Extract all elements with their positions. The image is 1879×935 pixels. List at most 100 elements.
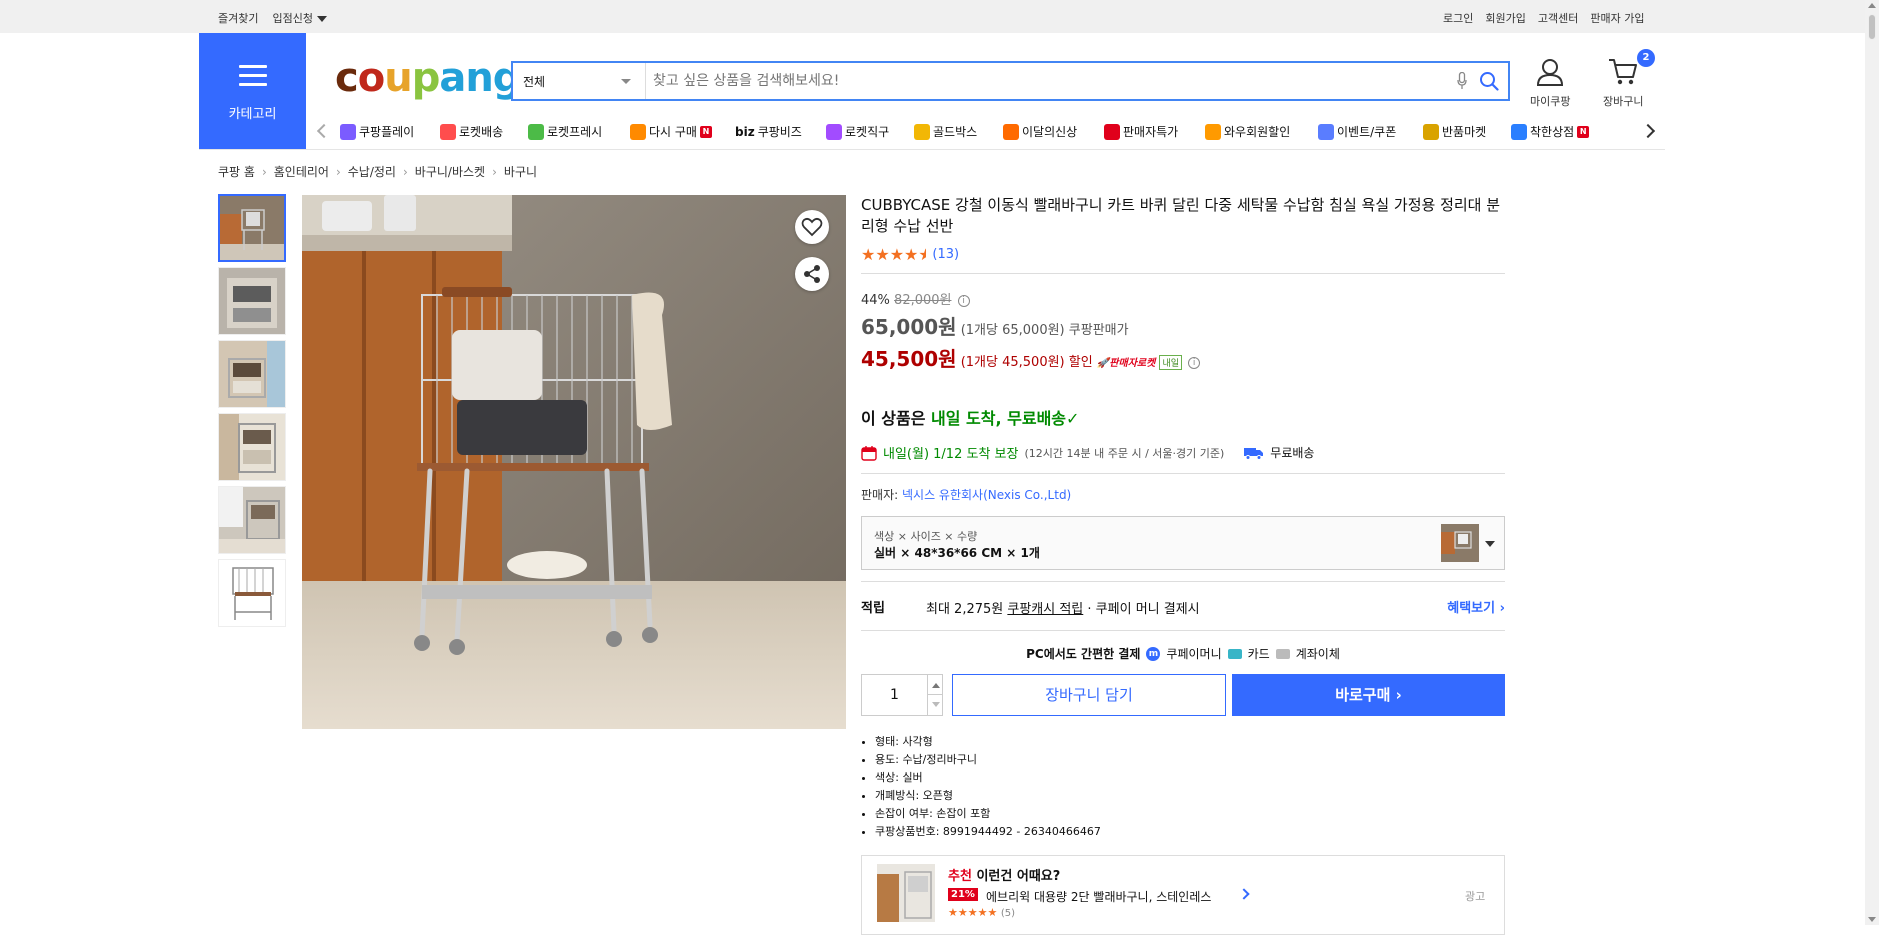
chevron-right-icon: › (261, 164, 267, 179)
coupang-cash-link[interactable]: 쿠팡캐시 적립 (1007, 602, 1083, 617)
main-product-image[interactable] (302, 195, 846, 729)
recommendation-stars: ★★★★★ (5) (948, 906, 1015, 919)
category-label: 카테고리 (228, 107, 277, 122)
recommendation-name[interactable]: 에브리윅 대용량 2단 빨래바구니, 스테인레스 (986, 888, 1211, 905)
quantity-value[interactable]: 1 (862, 687, 927, 703)
share-button[interactable] (795, 257, 829, 291)
thumbnail-6[interactable] (218, 559, 286, 627)
nav-item-7[interactable]: 이달의신상 (1003, 123, 1077, 140)
list-item: 용도: 수납/정리바구니 (875, 751, 1505, 769)
nav-item-3[interactable]: 다시 구매 N (630, 123, 712, 140)
cart-icon (1609, 59, 1638, 85)
chevron-right-icon: › (1395, 686, 1402, 704)
new-badge: N (1577, 125, 1590, 138)
nav-item-10[interactable]: 이벤트/쿠폰 (1318, 123, 1396, 140)
search-icon[interactable] (1479, 71, 1499, 91)
search-category-value: 전체 (523, 75, 546, 89)
quantity-stepper[interactable]: 1 (861, 674, 943, 716)
bookmark-link[interactable]: 즐겨찾기 (218, 10, 258, 26)
nav-item-1[interactable]: 로켓배송 (440, 123, 503, 140)
customer-center-link[interactable]: 고객센터 (1538, 10, 1578, 26)
rating-row: ★★★★★ (13) (861, 245, 1505, 264)
thumbnail-4[interactable] (218, 413, 286, 481)
wishlist-button[interactable] (795, 210, 829, 244)
seller-row: 판매자: 넥시스 유한회사(Nexis Co.,Ltd) (861, 488, 1072, 502)
scroll-up-icon[interactable] (1868, 3, 1876, 8)
nav-item-2[interactable]: 로켓프레시 (528, 123, 602, 140)
chevron-right-icon: › (1499, 601, 1505, 616)
discount-rate: 44% (861, 293, 890, 308)
breadcrumb-basket[interactable]: 바구니/바스켓 (415, 163, 485, 180)
quantity-decrease-icon[interactable] (927, 695, 943, 715)
nav-item-12[interactable]: 착한상점 N (1511, 123, 1590, 140)
benefit-link[interactable]: 혜택보기 › (1447, 597, 1505, 616)
nav-item-6[interactable]: 골드박스 (914, 123, 977, 140)
search-input[interactable] (653, 69, 1433, 93)
mypage-button[interactable]: 마이쿠팡 (1530, 57, 1570, 109)
tomorrow-badge: 내일 (1159, 355, 1182, 370)
chevron-right-icon[interactable] (1238, 888, 1250, 900)
microphone-icon[interactable] (1457, 72, 1467, 90)
good-store-icon (1511, 123, 1527, 140)
option-thumbnail (1441, 524, 1479, 562)
nav-item-5[interactable]: 로켓직구 (826, 123, 889, 140)
heart-icon (801, 217, 823, 237)
breadcrumb-home-interior[interactable]: 홈인테리어 (274, 163, 329, 180)
top-right-links: 로그인 회원가입 고객센터 판매자 가입 (1443, 10, 1644, 26)
coupang-logo[interactable]: coupang (335, 55, 521, 101)
new-bag-icon (1003, 123, 1019, 140)
nav-item-4[interactable]: biz 쿠팡비즈 (735, 123, 802, 140)
top-utility-bar: 즐겨찾기 입점신청 로그인 회원가입 고객센터 판매자 가입 (0, 0, 1865, 33)
nav-item-9[interactable]: 와우회원할인 (1205, 123, 1290, 140)
signup-link[interactable]: 회원가입 (1485, 10, 1525, 26)
info-icon[interactable]: i (1188, 356, 1201, 369)
buy-now-button[interactable]: 바로구매 › (1232, 674, 1505, 716)
nav-prev-icon[interactable] (316, 123, 332, 139)
breadcrumb-storage[interactable]: 수납/정리 (348, 163, 396, 180)
login-link[interactable]: 로그인 (1443, 10, 1473, 26)
delivery-row: 내일(월) 1/12 도착 보장 (12시간 14분 내 주문 시 / 서울·경… (861, 443, 1505, 462)
check-icon: ✓ (1066, 409, 1080, 428)
nav-item-11[interactable]: 반품마켓 (1423, 123, 1486, 140)
breadcrumb-home[interactable]: 쿠팡 홈 (218, 163, 255, 180)
page-scrollbar[interactable] (1865, 0, 1879, 925)
thumbnail-3[interactable] (218, 340, 286, 408)
review-count-link[interactable]: (13) (932, 247, 959, 262)
info-icon[interactable]: i (957, 294, 970, 307)
vendor-apply-link[interactable]: 입점신청 (272, 10, 327, 26)
option-select[interactable]: 색상 × 사이즈 × 수량 실버 × 48*36*66 CM × 1개 (861, 516, 1505, 570)
recommendation-card[interactable]: 추천 이런건 어때요? 21% 에브리윅 대용량 2단 빨래바구니, 스테인레스… (861, 855, 1505, 935)
cart-button[interactable]: 장바구니 (1603, 57, 1643, 109)
cash-label: 적립 (861, 601, 885, 616)
chevron-down-icon (1485, 541, 1495, 547)
global-rocket-icon (826, 123, 842, 140)
card-label: 카드 (1247, 647, 1270, 661)
header-divider (199, 149, 1665, 150)
purchase-row: 1 장바구니 담기 바로구매 › (861, 674, 1505, 716)
nav-next-icon[interactable] (1640, 123, 1656, 139)
nav-item-label: 로켓프레시 (547, 125, 603, 139)
rocket-fresh-icon (528, 123, 544, 140)
nav-item-label: 판매자특가 (1123, 125, 1179, 139)
scrollbar-thumb[interactable] (1868, 14, 1876, 40)
calendar-icon (861, 445, 877, 461)
chevron-right-icon: › (402, 164, 408, 179)
coupay-label: 쿠페이머니 (1166, 647, 1222, 661)
thumbnail-5[interactable] (218, 486, 286, 554)
nav-item-0[interactable]: 쿠팡플레이 (340, 123, 414, 140)
quantity-increase-icon[interactable] (927, 675, 943, 695)
thumbnail-1[interactable] (218, 194, 286, 262)
search-category-select[interactable]: 전체 (513, 63, 646, 99)
seller-link[interactable]: 넥시스 유한회사(Nexis Co.,Ltd) (902, 488, 1071, 502)
add-to-cart-button[interactable]: 장바구니 담기 (952, 674, 1226, 716)
category-menu-button[interactable]: 카테고리 (199, 33, 306, 149)
coupang-price-row: 65,000원 (1개당 65,000원) 쿠팡판매가 (861, 311, 1505, 340)
scroll-down-icon[interactable] (1868, 917, 1876, 922)
thumbnail-2[interactable] (218, 267, 286, 335)
breadcrumb-current[interactable]: 바구니 (504, 163, 537, 180)
nav-item-8[interactable]: 판매자특가 (1104, 123, 1178, 140)
nav-item-label: 로켓배송 (459, 125, 504, 139)
list-item: 색상: 실버 (875, 769, 1505, 787)
nav-item-label: 반품마켓 (1442, 125, 1487, 139)
seller-signup-link[interactable]: 판매자 가입 (1590, 10, 1644, 26)
